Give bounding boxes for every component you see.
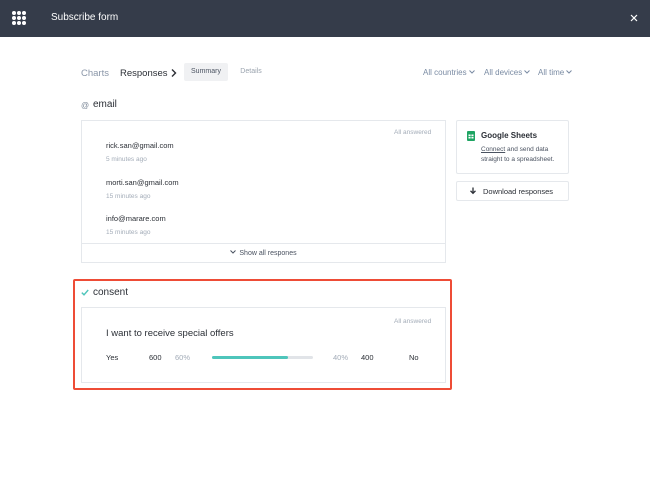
email-response-time: 15 minutes ago (106, 193, 151, 200)
filter-countries[interactable]: All countries (423, 68, 475, 77)
chevron-right-icon (171, 69, 177, 77)
consent-card (81, 307, 446, 383)
chevron-down-icon (524, 70, 531, 74)
yes-label: Yes (106, 353, 119, 362)
google-sheets-title: Google Sheets (481, 131, 538, 140)
download-responses-label: Download responses (483, 187, 554, 196)
chevron-down-icon (230, 250, 237, 254)
yes-count: 600 (149, 353, 162, 362)
email-response-value: info@marare.com (106, 214, 166, 223)
filter-time-label: All time (538, 68, 565, 77)
consent-question: I want to receive special offers (106, 328, 234, 339)
email-response-time: 15 minutes ago (106, 229, 151, 236)
google-sheets-description: Connect and send data straight to a spre… (481, 145, 567, 165)
tab-details[interactable]: Details (234, 63, 268, 81)
top-bar: Subscribe form (0, 0, 650, 37)
at-icon: @ (81, 101, 90, 110)
consent-progress-fill (212, 356, 288, 359)
chevron-down-icon (566, 70, 573, 74)
google-sheets-icon (467, 131, 475, 141)
app-logo-icon (12, 11, 26, 25)
nav-charts-link[interactable]: Charts (81, 68, 109, 79)
nav-responses-link[interactable]: Responses (120, 68, 168, 79)
filter-countries-label: All countries (423, 68, 467, 77)
email-section-title: email (93, 99, 117, 110)
tab-summary[interactable]: Summary (184, 63, 228, 81)
email-response-value: morti.san@gmail.com (106, 178, 179, 187)
close-icon[interactable] (628, 12, 640, 24)
consent-progress-bar (212, 356, 313, 359)
download-icon (470, 187, 476, 195)
connect-link[interactable]: Connect (481, 146, 505, 153)
filter-time[interactable]: All time (538, 68, 573, 77)
consent-section-title: consent (93, 287, 129, 298)
filter-devices-label: All devices (484, 68, 523, 77)
show-all-label: Show all respones (239, 250, 297, 257)
consent-status: All answered (394, 318, 432, 325)
chevron-down-icon (468, 70, 475, 74)
window-title: Subscribe form (51, 12, 119, 23)
filter-devices[interactable]: All devices (484, 68, 531, 77)
email-response-time: 5 minutes ago (106, 156, 147, 163)
email-status: All answered (394, 129, 432, 136)
no-label: No (409, 353, 419, 362)
show-all-responses-button[interactable]: Show all respones (82, 243, 445, 262)
check-icon (81, 289, 89, 296)
yes-percent: 60% (175, 353, 191, 362)
no-percent: 40% (333, 353, 349, 362)
download-responses-button[interactable]: Download responses (456, 181, 569, 201)
email-response-value: rick.san@gmail.com (106, 141, 174, 150)
no-count: 400 (361, 353, 374, 362)
